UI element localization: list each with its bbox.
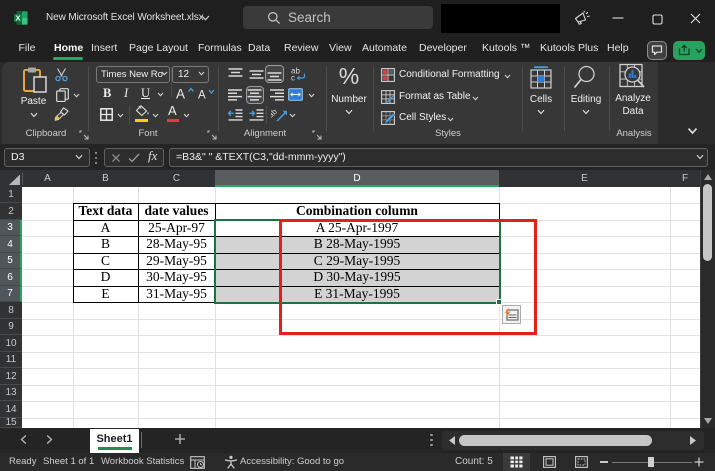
svg-text:A: A xyxy=(198,90,206,101)
svg-text:c: c xyxy=(291,74,295,82)
svg-text:ab: ab xyxy=(271,107,279,120)
svg-text:X: X xyxy=(15,14,20,23)
svg-text:A: A xyxy=(176,87,185,101)
